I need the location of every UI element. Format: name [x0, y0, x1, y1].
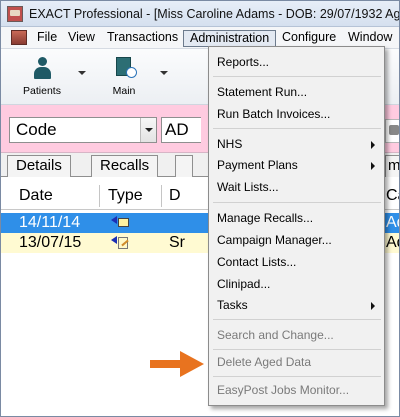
column-separator[interactable]: [99, 185, 100, 207]
menu-item-search-and-change[interactable]: Search and Change...: [217, 325, 383, 345]
submenu-arrow-icon: [371, 302, 375, 310]
menu-separator: [213, 202, 381, 203]
menu-item-campaign-manager[interactable]: Campaign Manager...: [217, 230, 383, 250]
menu-view[interactable]: View: [62, 30, 101, 47]
main-label: Main: [112, 85, 136, 97]
note-icon: [111, 235, 131, 251]
chevron-down-icon[interactable]: [140, 118, 156, 142]
menu-item-manage-recalls[interactable]: Manage Recalls...: [217, 208, 383, 228]
search-input[interactable]: AD: [161, 117, 201, 143]
document-menu-icon[interactable]: [11, 30, 27, 45]
menu-administration[interactable]: Administration: [183, 30, 277, 47]
tab-recalls[interactable]: Recalls: [91, 155, 159, 177]
tab-right-partial[interactable]: mar: [385, 155, 399, 177]
column-header-date[interactable]: Date: [19, 187, 53, 205]
menu-item-tasks-label: Tasks: [217, 298, 248, 312]
patients-label: Patients: [23, 85, 61, 97]
menu-item-payment-plans[interactable]: Payment Plans: [217, 155, 383, 175]
main-calendar-icon: [116, 57, 137, 79]
menu-item-run-batch-invoices[interactable]: Run Batch Invoices...: [217, 104, 383, 124]
row-description: Sr: [169, 234, 185, 251]
menu-item-tasks[interactable]: Tasks: [217, 295, 383, 315]
menu-item-nhs-label: NHS: [217, 137, 243, 151]
menu-item-payment-plans-label: Payment Plans: [217, 158, 298, 172]
menu-item-contact-lists[interactable]: Contact Lists...: [217, 252, 383, 272]
main-button[interactable]: Main: [95, 55, 153, 99]
title-bar: EXACT Professional - [Miss Caroline Adam…: [1, 1, 400, 27]
column-separator[interactable]: [161, 185, 162, 207]
search-field-select[interactable]: Code: [9, 117, 157, 143]
envelope-icon: [111, 215, 131, 231]
administration-menu: Reports... Statement Run... Run Batch In…: [208, 46, 385, 406]
row-category: Adn: [386, 214, 399, 231]
submenu-arrow-icon: [371, 162, 375, 170]
menu-item-statement-run[interactable]: Statement Run...: [217, 82, 383, 102]
app-window: EXACT Professional - [Miss Caroline Adam…: [0, 0, 400, 417]
tab-more[interactable]: [175, 155, 193, 177]
app-logo-icon: [7, 6, 23, 22]
printer-icon[interactable]: [389, 125, 399, 135]
menu-configure[interactable]: Configure: [276, 30, 342, 47]
menu-item-wait-lists[interactable]: Wait Lists...: [217, 177, 383, 197]
menu-separator: [213, 349, 381, 350]
patient-icon: [34, 57, 51, 81]
menu-file[interactable]: File: [31, 30, 63, 47]
menu-window[interactable]: Window: [342, 30, 398, 47]
column-header-type[interactable]: Type: [108, 187, 143, 205]
search-field-value: Code: [16, 120, 57, 139]
row-date: 13/07/15: [19, 234, 82, 251]
window-title: EXACT Professional - [Miss Caroline Adam…: [29, 7, 400, 21]
menu-separator: [213, 128, 381, 129]
search-input-value: AD: [165, 120, 189, 139]
patients-dropdown-arrow-icon[interactable]: [78, 71, 86, 75]
column-header-description[interactable]: D: [169, 187, 181, 205]
menu-item-delete-aged-data[interactable]: Delete Aged Data: [217, 352, 383, 372]
menu-item-nhs[interactable]: NHS: [217, 134, 383, 154]
menu-separator: [213, 376, 381, 377]
menu-item-clinipad[interactable]: Clinipad...: [217, 274, 383, 294]
submenu-arrow-icon: [371, 141, 375, 149]
menu-item-easypost-jobs-monitor[interactable]: EasyPost Jobs Monitor...: [217, 380, 383, 400]
patients-button[interactable]: Patients: [13, 55, 71, 99]
column-header-category[interactable]: Ca: [386, 187, 399, 205]
main-dropdown-arrow-icon[interactable]: [160, 71, 168, 75]
menu-separator: [213, 319, 381, 320]
row-category: Adn: [386, 234, 399, 251]
row-date: 14/11/14: [19, 214, 81, 231]
callout-arrow-icon: [150, 351, 204, 377]
menu-separator: [213, 76, 381, 77]
menu-item-reports[interactable]: Reports...: [217, 52, 383, 72]
tab-details[interactable]: Details: [7, 155, 71, 177]
menu-transactions[interactable]: Transactions: [101, 30, 184, 47]
